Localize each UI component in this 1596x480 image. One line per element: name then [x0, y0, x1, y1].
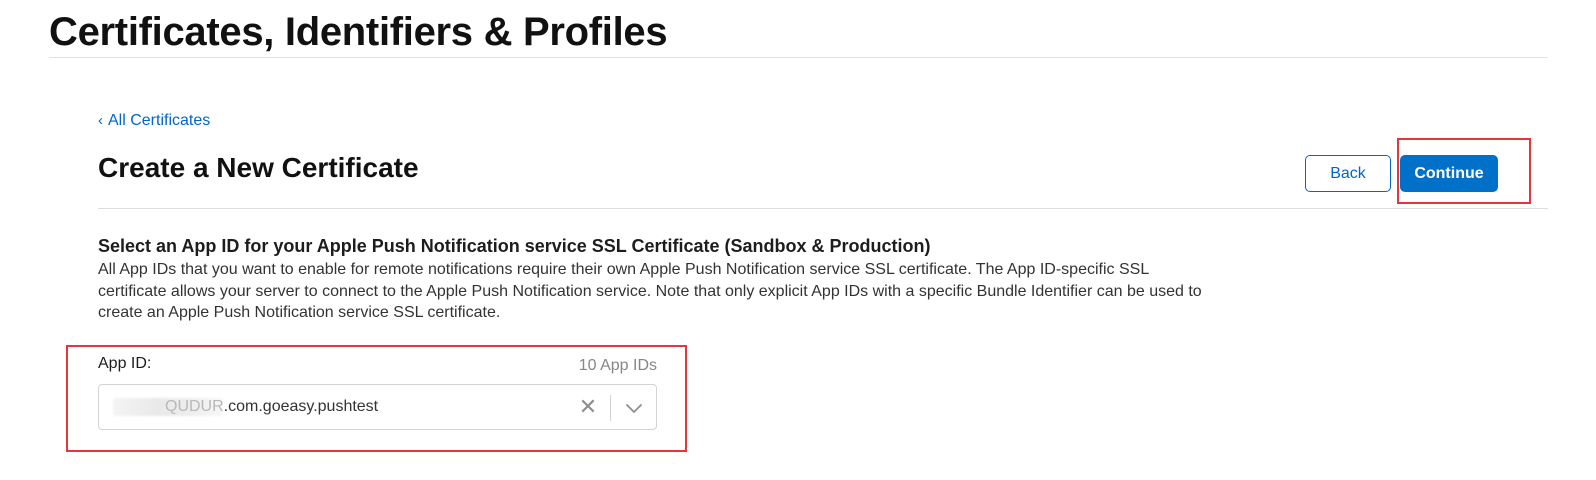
- page: Certificates, Identifiers & Profiles ‹ Al…: [0, 0, 1596, 480]
- select-separator: [610, 395, 611, 421]
- app-id-count: 10 App IDs: [578, 357, 657, 374]
- chevron-down-icon[interactable]: [623, 398, 645, 418]
- title-divider: [49, 57, 1548, 58]
- app-id-value-bundle: .com.goeasy.pushtest: [223, 398, 379, 415]
- page-title: Certificates, Identifiers & Profiles: [49, 10, 668, 54]
- description-heading: Select an App ID for your Apple Push Not…: [98, 236, 931, 256]
- close-icon[interactable]: ✕: [577, 395, 599, 419]
- app-id-label: App ID:: [98, 355, 152, 372]
- app-id-select[interactable]: QUDUR.com.goeasy.pushtest ✕: [98, 384, 657, 430]
- description-body: All App IDs that you want to enable for …: [98, 261, 1202, 321]
- app-id-value-prefix: QUDUR: [165, 398, 224, 415]
- back-button[interactable]: Back: [1305, 155, 1391, 192]
- all-certificates-link-label: All Certificates: [108, 112, 211, 129]
- all-certificates-link[interactable]: ‹ All Certificates: [98, 111, 210, 131]
- continue-button[interactable]: Continue: [1400, 155, 1498, 192]
- chevron-left-icon: ‹: [98, 112, 103, 129]
- app-id-selected-value: QUDUR.com.goeasy.pushtest: [165, 397, 378, 417]
- section-title: Create a New Certificate: [98, 152, 419, 183]
- section-divider: [98, 208, 1548, 209]
